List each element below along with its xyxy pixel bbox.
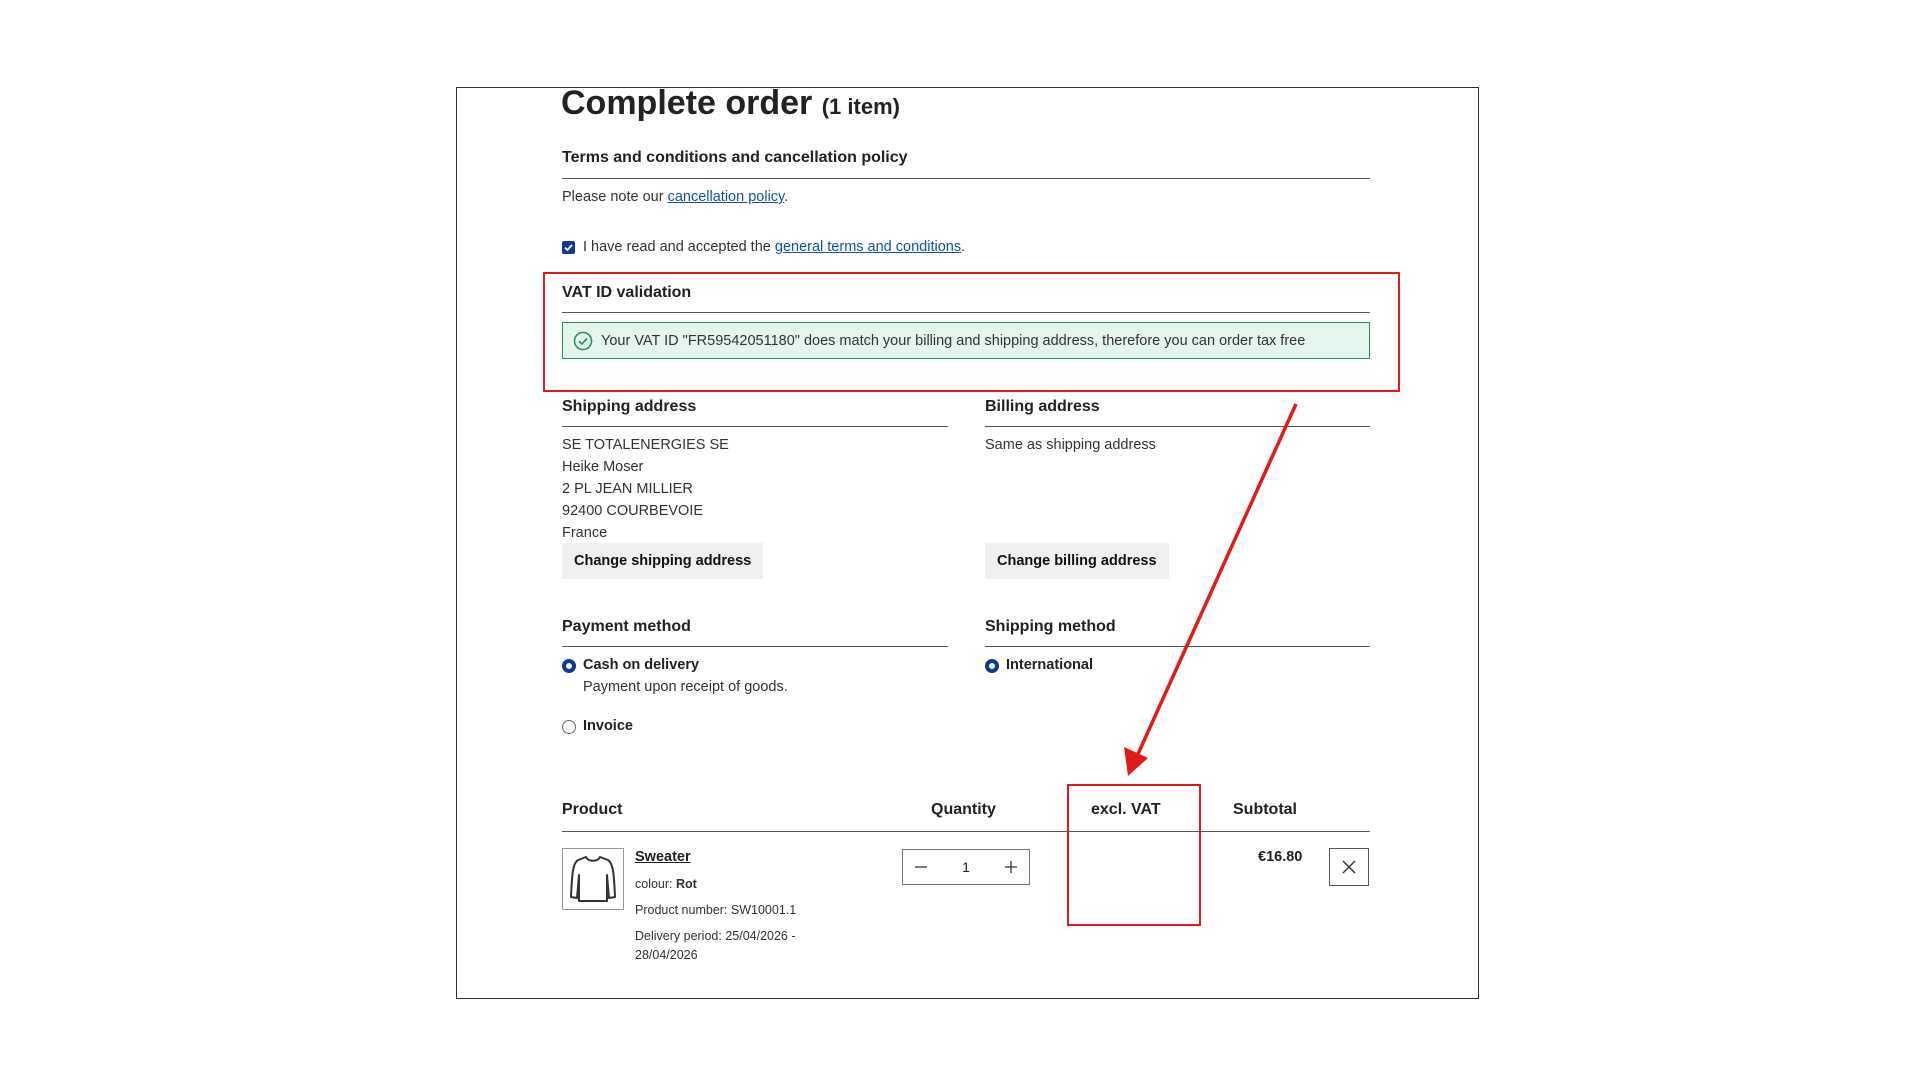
annotation-arrow (1124, 403, 1298, 776)
